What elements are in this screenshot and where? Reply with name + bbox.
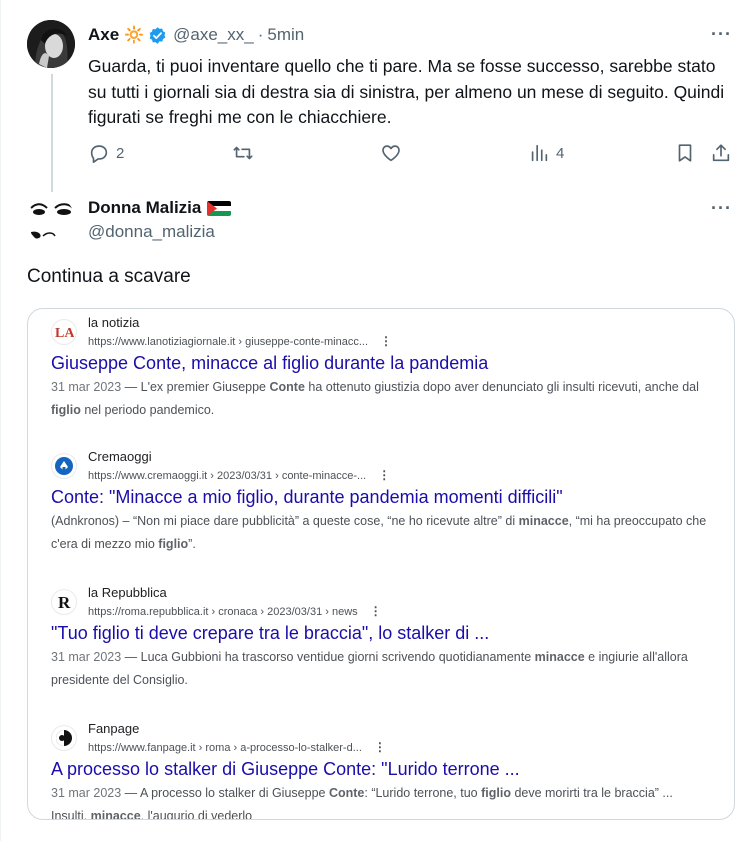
result-snippet: 31 mar 2023 — Luca Gubbioni ha trascorso… — [51, 650, 688, 687]
cremaoggi-favicon-icon — [51, 453, 77, 479]
palestine-flag-icon — [207, 200, 232, 216]
avatar[interactable] — [27, 20, 75, 68]
tweet-text: Continua a scavare — [27, 266, 191, 287]
repubblica-favicon-icon: R — [51, 589, 77, 615]
share-icon — [712, 144, 730, 162]
fanpage-favicon-icon — [51, 725, 77, 751]
lanotizia-favicon-icon: LA — [51, 319, 77, 345]
result-url[interactable]: https://www.lanotiziagiornale.it › giuse… — [88, 334, 392, 348]
kebab-menu-icon[interactable]: ⋮ — [374, 740, 386, 754]
result-url[interactable]: https://www.cremaoggi.it › 2023/03/31 › … — [88, 468, 390, 482]
search-result: R la Repubblica https://roma.repubblica.… — [51, 583, 711, 692]
repost-icon — [233, 146, 253, 160]
attached-image[interactable]: LA la notizia https://www.lanotiziagiorn… — [27, 308, 735, 820]
bookmark-icon — [678, 144, 692, 162]
result-title[interactable]: Conte: "Minacce a mio figlio, durante pa… — [51, 487, 711, 508]
search-result: Fanpage https://www.fanpage.it › roma › … — [51, 719, 711, 820]
verified-badge-icon — [148, 26, 167, 45]
tweet2-header: Donna Malizia — [88, 198, 232, 218]
result-url[interactable]: https://roma.repubblica.it › cronaca › 2… — [88, 604, 382, 618]
timestamp[interactable]: 5min — [267, 25, 304, 45]
result-snippet: 31 mar 2023 — L'ex premier Giuseppe Cont… — [51, 380, 699, 417]
reply-button[interactable]: 2 — [88, 142, 124, 164]
display-name[interactable]: Donna Malizia — [88, 198, 201, 218]
reply-icon — [90, 145, 108, 163]
result-site-name: la notizia — [88, 315, 140, 330]
result-site-name: Fanpage — [88, 721, 140, 736]
display-name[interactable]: Axe — [88, 25, 119, 45]
avatar[interactable] — [27, 196, 75, 244]
share-button[interactable] — [710, 142, 732, 164]
sun-emoji: 🔆 — [124, 27, 145, 44]
result-snippet: (Adnkronos) – “Non mi piace dare pubblic… — [51, 514, 707, 551]
search-result: LA la notizia https://www.lanotiziagiorn… — [51, 313, 711, 422]
repost-button[interactable] — [232, 142, 254, 164]
heart-icon — [382, 145, 400, 162]
separator-dot: · — [257, 25, 264, 44]
result-title[interactable]: "Tuo figlio ti deve crepare tra le bracc… — [51, 623, 711, 644]
views-count: 4 — [556, 144, 565, 162]
handle[interactable]: @donna_malizia — [88, 222, 215, 242]
bookmark-button[interactable] — [674, 142, 696, 164]
more-options-button[interactable]: ··· — [711, 24, 732, 45]
search-result: Cremaoggi https://www.cremaoggi.it › 202… — [51, 447, 711, 556]
kebab-menu-icon[interactable]: ⋮ — [370, 604, 382, 618]
tweet1-header: Axe 🔆 @axe_xx_ · 5min — [88, 24, 304, 46]
result-site-name: Cremaoggi — [88, 449, 152, 464]
kebab-menu-icon[interactable]: ⋮ — [380, 334, 392, 348]
reply-count: 2 — [116, 144, 125, 162]
handle[interactable]: @axe_xx_ — [173, 25, 254, 45]
svg-text:R: R — [58, 593, 71, 612]
like-button[interactable] — [380, 142, 402, 164]
result-title[interactable]: A processo lo stalker di Giuseppe Conte:… — [51, 759, 711, 780]
result-site-name: la Repubblica — [88, 585, 167, 600]
result-url[interactable]: https://www.fanpage.it › roma › a-proces… — [88, 740, 386, 754]
left-border — [0, 0, 1, 841]
kebab-menu-icon[interactable]: ⋮ — [378, 468, 390, 482]
svg-text:LA: LA — [55, 326, 74, 341]
result-snippet: 31 mar 2023 — A processo lo stalker di G… — [51, 786, 673, 820]
analytics-icon — [531, 144, 548, 162]
tweet-actions: 2 4 — [88, 142, 738, 166]
more-options-button[interactable]: ··· — [711, 198, 732, 219]
tweet-text: Guarda, ti puoi inventare quello che ti … — [88, 56, 725, 127]
thread-connector-line — [51, 74, 53, 192]
result-title[interactable]: Giuseppe Conte, minacce al figlio durant… — [51, 353, 711, 374]
views-button[interactable]: 4 — [528, 142, 564, 164]
